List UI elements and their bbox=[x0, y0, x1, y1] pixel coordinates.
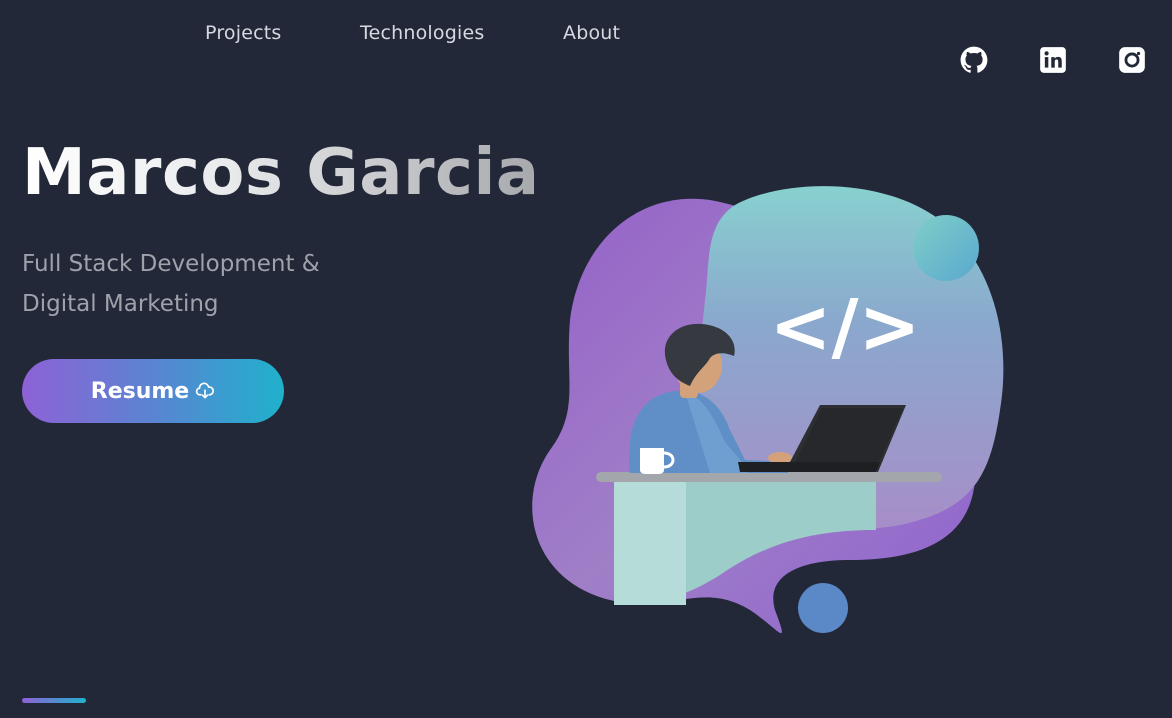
nav-link-projects[interactable]: Projects bbox=[205, 22, 282, 44]
top-nav: Projects Technologies About bbox=[0, 20, 1172, 73]
cloud-download-icon bbox=[195, 381, 215, 401]
hero-title: Marcos Garcia bbox=[22, 136, 540, 210]
page: Projects Technologies About Marcos Garci… bbox=[0, 0, 1172, 718]
developer-at-laptop-illustration: </> bbox=[520, 180, 1020, 660]
nav-link-about[interactable]: About bbox=[563, 22, 620, 44]
hero-subtitle: Full Stack Development & Digital Marketi… bbox=[22, 251, 320, 317]
resume-label: Resume bbox=[90, 378, 190, 404]
nav-link-technologies[interactable]: Technologies bbox=[360, 22, 484, 44]
instagram-link[interactable] bbox=[1118, 46, 1146, 74]
github-icon bbox=[960, 46, 988, 74]
scroll-indicator-bar bbox=[22, 698, 86, 703]
linkedin-link[interactable] bbox=[1039, 46, 1067, 74]
github-link[interactable] bbox=[960, 46, 988, 74]
instagram-icon bbox=[1118, 46, 1146, 74]
linkedin-icon bbox=[1039, 46, 1067, 74]
code-symbol: </> bbox=[769, 284, 920, 370]
resume-button[interactable]: Resume bbox=[22, 359, 284, 423]
